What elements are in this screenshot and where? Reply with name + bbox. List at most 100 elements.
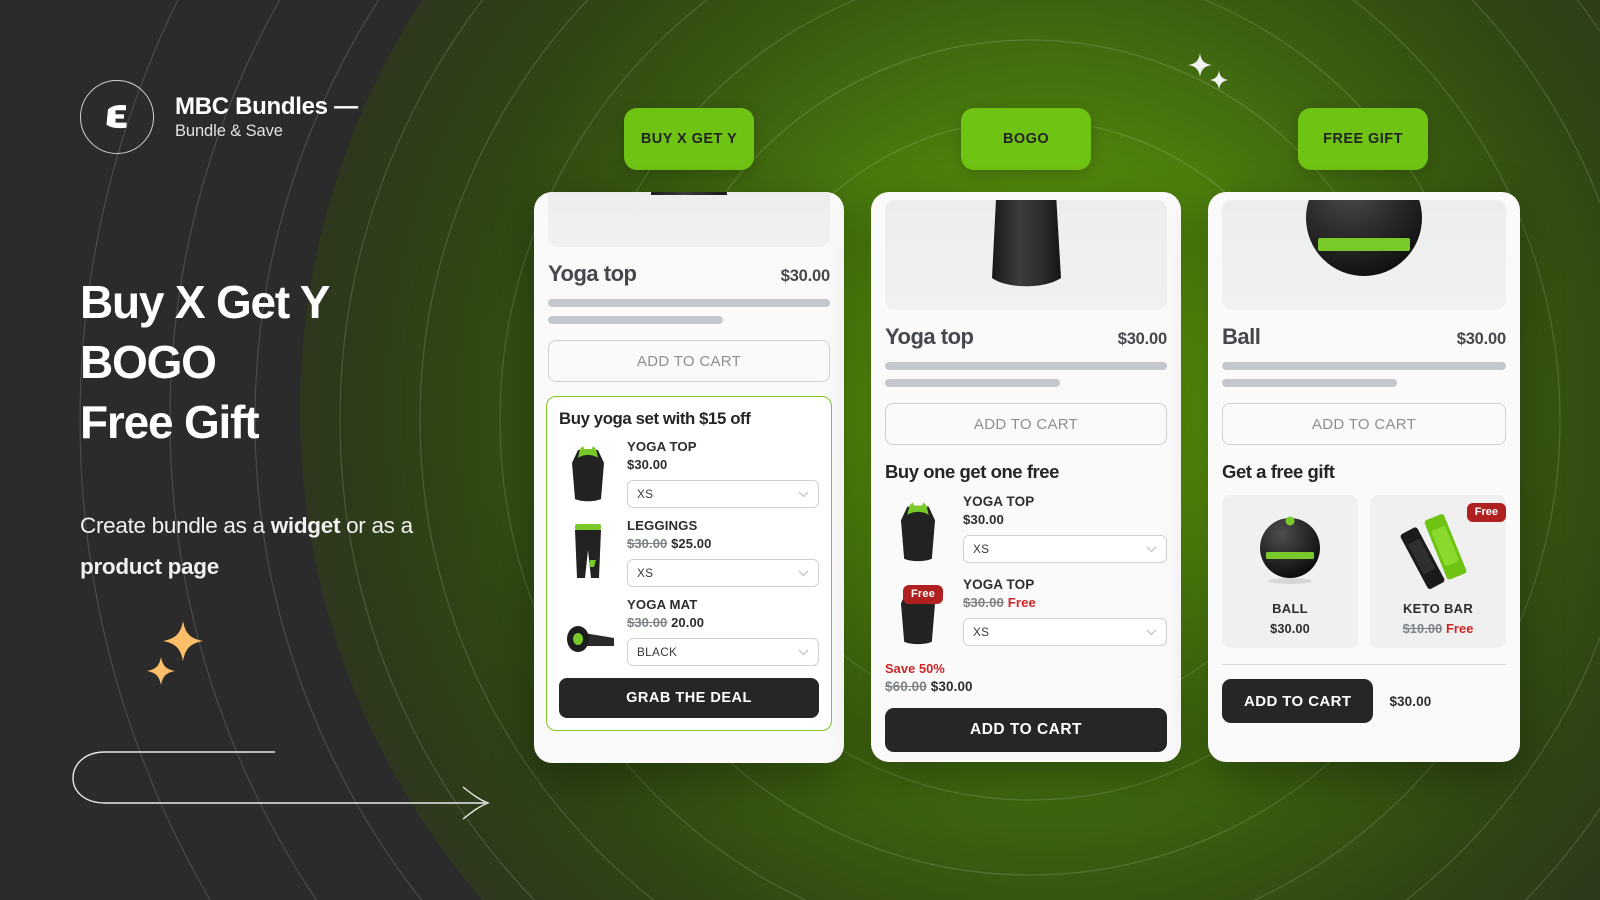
bogo-add-to-cart-button[interactable]: ADD TO CART	[885, 708, 1167, 752]
tab-bogo[interactable]: BOGO	[961, 108, 1091, 170]
yoga-top-thumb	[559, 439, 617, 505]
ball-image	[1306, 200, 1422, 276]
item-price: $30.00	[627, 457, 668, 472]
variant-select-size[interactable]: XS	[627, 480, 819, 508]
description-placeholder-line	[548, 299, 830, 307]
savings-label: Save 50%	[885, 661, 945, 676]
gift-compare-at-price: $10.00	[1402, 621, 1443, 636]
gift-option-ball[interactable]: BALL $30.00	[1222, 495, 1358, 648]
tab-buy-x-get-y[interactable]: BUY X GET Y	[624, 108, 754, 170]
status-badge-free: Free	[903, 585, 944, 604]
card-free-gift: Ball $30.00 ADD TO CART Get a free gift	[1208, 192, 1520, 762]
item-price-row: $30.00 Free	[963, 595, 1167, 610]
product-summary-row: Yoga top $30.00	[871, 324, 1181, 350]
variant-select-value: XS	[973, 542, 990, 556]
item-compare-at-price: $30.00	[963, 595, 1004, 610]
item-name: YOGA TOP	[963, 577, 1035, 592]
variant-select-value: XS	[637, 566, 654, 580]
description-placeholder-line	[885, 362, 1167, 370]
gift-price: Free	[1445, 621, 1474, 636]
item-price: $25.00	[671, 536, 712, 551]
variant-select-value: XS	[637, 487, 654, 501]
sparkle-plus-icon	[1209, 70, 1229, 90]
free-gift-add-to-cart-button[interactable]: ADD TO CART	[1222, 679, 1374, 723]
product-price: $30.00	[1117, 330, 1167, 348]
divider	[1222, 664, 1506, 665]
product-price: $30.00	[780, 267, 830, 285]
product-name: Yoga top	[548, 261, 637, 286]
gift-options-grid: BALL $30.00 Free KETO BAR $10.00 Free	[1222, 495, 1506, 648]
variant-select-size[interactable]: XS	[627, 559, 819, 587]
total-price-row: $60.00 $30.00	[885, 679, 1167, 694]
description-placeholder-line	[885, 379, 1060, 387]
checkout-total: $30.00	[1389, 693, 1432, 709]
list-item: YOGA TOP $30.00 XS	[885, 494, 1167, 566]
offer-title: Buy one get one free	[885, 461, 1059, 482]
gift-name: KETO BAR	[1402, 601, 1474, 616]
gift-price: $30.00	[1270, 621, 1310, 636]
item-name: YOGA MAT	[627, 597, 698, 612]
card-bogo: Yoga top $30.00 ADD TO CART Buy one get …	[871, 192, 1181, 762]
description-placeholder-line	[1222, 362, 1506, 370]
chevron-down-icon	[798, 491, 809, 497]
product-summary-row: Ball $30.00	[1208, 324, 1520, 350]
gift-option-keto-bar[interactable]: Free KETO BAR $10.00 Free	[1370, 495, 1506, 648]
chevron-down-icon	[798, 649, 809, 655]
variant-select-size[interactable]: XS	[963, 535, 1167, 563]
item-price-row: $30.00 $25.00	[627, 536, 819, 551]
product-name: Ball	[1222, 324, 1261, 349]
yoga-top-image	[650, 192, 728, 195]
list-item: Free YOGA TOP $30.00 Free XS	[885, 577, 1167, 649]
chevron-down-icon	[1146, 629, 1157, 635]
yoga-top-thumb: Free	[885, 577, 951, 649]
item-price-row: $30.00 20.00	[627, 615, 819, 630]
bogo-offer-widget: Buy one get one free YOGA TOP $30.00 XS	[885, 461, 1167, 694]
add-to-cart-button[interactable]: ADD TO CART	[885, 403, 1167, 445]
yoga-top-image	[992, 200, 1061, 287]
total-price: $30.00	[930, 679, 973, 694]
item-name: YOGA TOP	[627, 439, 697, 454]
bundle-offer-widget: Buy yoga set with $15 off YOGA TOP $30.0…	[546, 396, 832, 731]
product-image-free-gift	[1222, 200, 1506, 310]
item-name: YOGA TOP	[963, 494, 1035, 509]
add-to-cart-button[interactable]: ADD TO CART	[1222, 403, 1506, 445]
item-compare-at-price: $30.00	[627, 615, 668, 630]
item-price: $30.00	[963, 512, 1004, 527]
item-price: 20.00	[671, 615, 705, 630]
list-item: YOGA TOP $30.00 XS	[559, 439, 819, 508]
card-buy-x-get-y: Yoga top $30.00 ADD TO CART Buy yoga set…	[534, 192, 844, 763]
item-price: Free	[1007, 595, 1036, 610]
item-compare-at-price: $30.00	[627, 536, 668, 551]
product-summary-row: Yoga top $30.00	[534, 261, 844, 287]
total-compare-at-price: $60.00	[885, 679, 927, 694]
grab-the-deal-button[interactable]: GRAB THE DEAL	[559, 678, 819, 718]
status-badge-free: Free	[1466, 503, 1506, 522]
gift-name: BALL	[1272, 601, 1308, 616]
variant-select-color[interactable]: BLACK	[627, 638, 819, 666]
product-price: $30.00	[1456, 330, 1506, 348]
gift-price-row: $10.00 Free	[1403, 621, 1474, 636]
product-image-buy-x-get-y	[548, 192, 830, 247]
bundle-cards-area: BUY X GET Y BOGO FREE GIFT Yoga top $30.…	[0, 0, 1600, 900]
variant-select-value: BLACK	[637, 645, 678, 659]
description-placeholder-line	[548, 316, 723, 324]
ball-thumb	[1228, 507, 1352, 593]
tab-free-gift[interactable]: FREE GIFT	[1298, 108, 1428, 170]
offer-title: Buy yoga set with $15 off	[559, 409, 751, 428]
yoga-top-thumb	[885, 494, 951, 566]
variant-select-value: XS	[973, 625, 990, 639]
list-item: LEGGINGS $30.00 $25.00 XS	[559, 518, 819, 587]
chevron-down-icon	[798, 570, 809, 576]
yoga-mat-thumb	[559, 597, 617, 663]
leggings-thumb	[559, 518, 617, 584]
description-placeholder-line	[1222, 379, 1397, 387]
variant-select-size[interactable]: XS	[963, 618, 1167, 646]
product-name: Yoga top	[885, 324, 974, 349]
product-image-bogo	[885, 200, 1167, 310]
list-item: YOGA MAT $30.00 20.00 BLACK	[559, 597, 819, 666]
item-name: LEGGINGS	[627, 518, 698, 533]
chevron-down-icon	[1146, 546, 1157, 552]
offer-title: Get a free gift	[1222, 461, 1335, 482]
add-to-cart-button[interactable]: ADD TO CART	[548, 340, 830, 382]
checkout-row: ADD TO CART $30.00	[1222, 679, 1506, 723]
